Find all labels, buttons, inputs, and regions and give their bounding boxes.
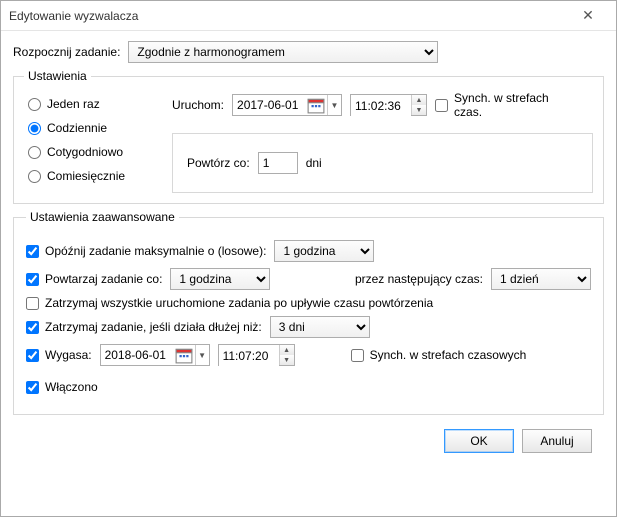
advanced-group: Ustawienia zaawansowane Opóźnij zadanie … — [13, 210, 604, 415]
expire-time-input[interactable] — [219, 345, 279, 367]
schedule-details: Uruchom: ▼ ▲▼ — [172, 91, 593, 193]
expire-sync-checkbox-input[interactable] — [351, 349, 364, 362]
delay-select[interactable]: 1 godzina — [274, 240, 374, 262]
expire-checkbox-input[interactable] — [26, 349, 39, 362]
radio-monthly-input[interactable] — [28, 170, 41, 183]
window-title: Edytowanie wyzwalacza — [9, 9, 568, 23]
advanced-section: Ustawienia zaawansowane Opóźnij zadanie … — [13, 210, 604, 415]
spin-up-icon[interactable]: ▲ — [280, 345, 294, 355]
spin-down-icon[interactable]: ▼ — [412, 105, 426, 115]
delay-checkbox[interactable]: Opóźnij zadanie maksymalnie o (losowe): — [26, 244, 266, 258]
stop-if-checkbox-input[interactable] — [26, 321, 39, 334]
expire-date-input[interactable] — [101, 345, 173, 365]
cancel-button[interactable]: Anuluj — [522, 429, 592, 453]
chevron-down-icon[interactable]: ▼ — [195, 345, 209, 365]
start-date-picker[interactable]: ▼ — [232, 94, 342, 116]
expire-date-picker[interactable]: ▼ — [100, 344, 210, 366]
start-date-input[interactable] — [233, 95, 305, 115]
enabled-checkbox[interactable]: Włączono — [26, 380, 98, 394]
delay-checkbox-input[interactable] — [26, 245, 39, 258]
sync-timezone-input[interactable] — [435, 99, 448, 112]
radio-once-input[interactable] — [28, 98, 41, 111]
stop-all-checkbox[interactable]: Zatrzymaj wszystkie uruchomione zadania … — [26, 296, 433, 310]
calendar-icon — [175, 346, 193, 364]
expire-checkbox[interactable]: Wygasa: — [26, 348, 92, 362]
recur-value-input[interactable] — [258, 152, 298, 174]
start-time-input[interactable] — [351, 95, 411, 117]
settings-legend: Ustawienia — [24, 69, 91, 83]
start-label: Uruchom: — [172, 98, 224, 112]
enabled-checkbox-input[interactable] — [26, 381, 39, 394]
titlebar: Edytowanie wyzwalacza ✕ — [1, 1, 616, 31]
begin-task-label: Rozpocznij zadanie: — [13, 45, 120, 59]
spin-down-icon[interactable]: ▼ — [280, 355, 294, 365]
dialog-window: Edytowanie wyzwalacza ✕ Rozpocznij zadan… — [0, 0, 617, 517]
stop-if-checkbox[interactable]: Zatrzymaj zadanie, jeśli działa dłużej n… — [26, 320, 262, 334]
duration-select[interactable]: 1 dzień — [491, 268, 591, 290]
close-icon[interactable]: ✕ — [568, 7, 608, 24]
settings-group: Ustawienia Jeden raz Codziennie Cotygodn… — [13, 69, 604, 204]
recur-unit: dni — [306, 156, 322, 170]
expire-sync-checkbox[interactable]: Synch. w strefach czasowych — [351, 348, 527, 362]
sync-timezone-checkbox[interactable]: Synch. w strefach czas. — [435, 91, 564, 119]
recur-label: Powtórz co: — [187, 156, 250, 170]
radio-once[interactable]: Jeden raz — [28, 97, 154, 111]
begin-task-select[interactable]: Zgodnie z harmonogramem — [128, 41, 438, 63]
radio-daily-input[interactable] — [28, 122, 41, 135]
duration-label: przez następujący czas: — [355, 272, 483, 286]
radio-weekly[interactable]: Cotygodniowo — [28, 145, 154, 159]
schedule-radio-group: Jeden raz Codziennie Cotygodniowo Comies… — [24, 91, 154, 193]
advanced-legend: Ustawienia zaawansowane — [26, 210, 179, 224]
radio-daily[interactable]: Codziennie — [28, 121, 154, 135]
expire-time-spinner[interactable]: ▲▼ — [218, 344, 295, 366]
begin-task-row: Rozpocznij zadanie: Zgodnie z harmonogra… — [13, 41, 604, 63]
radio-monthly[interactable]: Comiesięcznie — [28, 169, 154, 183]
dialog-footer: OK Anuluj — [13, 421, 604, 465]
repeat-select[interactable]: 1 godzina — [170, 268, 270, 290]
stop-if-select[interactable]: 3 dni — [270, 316, 370, 338]
stop-all-checkbox-input[interactable] — [26, 297, 39, 310]
recur-box: Powtórz co: dni — [172, 133, 593, 193]
repeat-checkbox[interactable]: Powtarzaj zadanie co: — [26, 272, 162, 286]
calendar-icon — [307, 96, 325, 114]
start-time-spinner[interactable]: ▲▼ — [350, 94, 427, 116]
ok-button[interactable]: OK — [444, 429, 514, 453]
chevron-down-icon[interactable]: ▼ — [327, 95, 341, 115]
content-area: Rozpocznij zadanie: Zgodnie z harmonogra… — [1, 31, 616, 516]
repeat-checkbox-input[interactable] — [26, 273, 39, 286]
radio-weekly-input[interactable] — [28, 146, 41, 159]
spin-up-icon[interactable]: ▲ — [412, 95, 426, 105]
